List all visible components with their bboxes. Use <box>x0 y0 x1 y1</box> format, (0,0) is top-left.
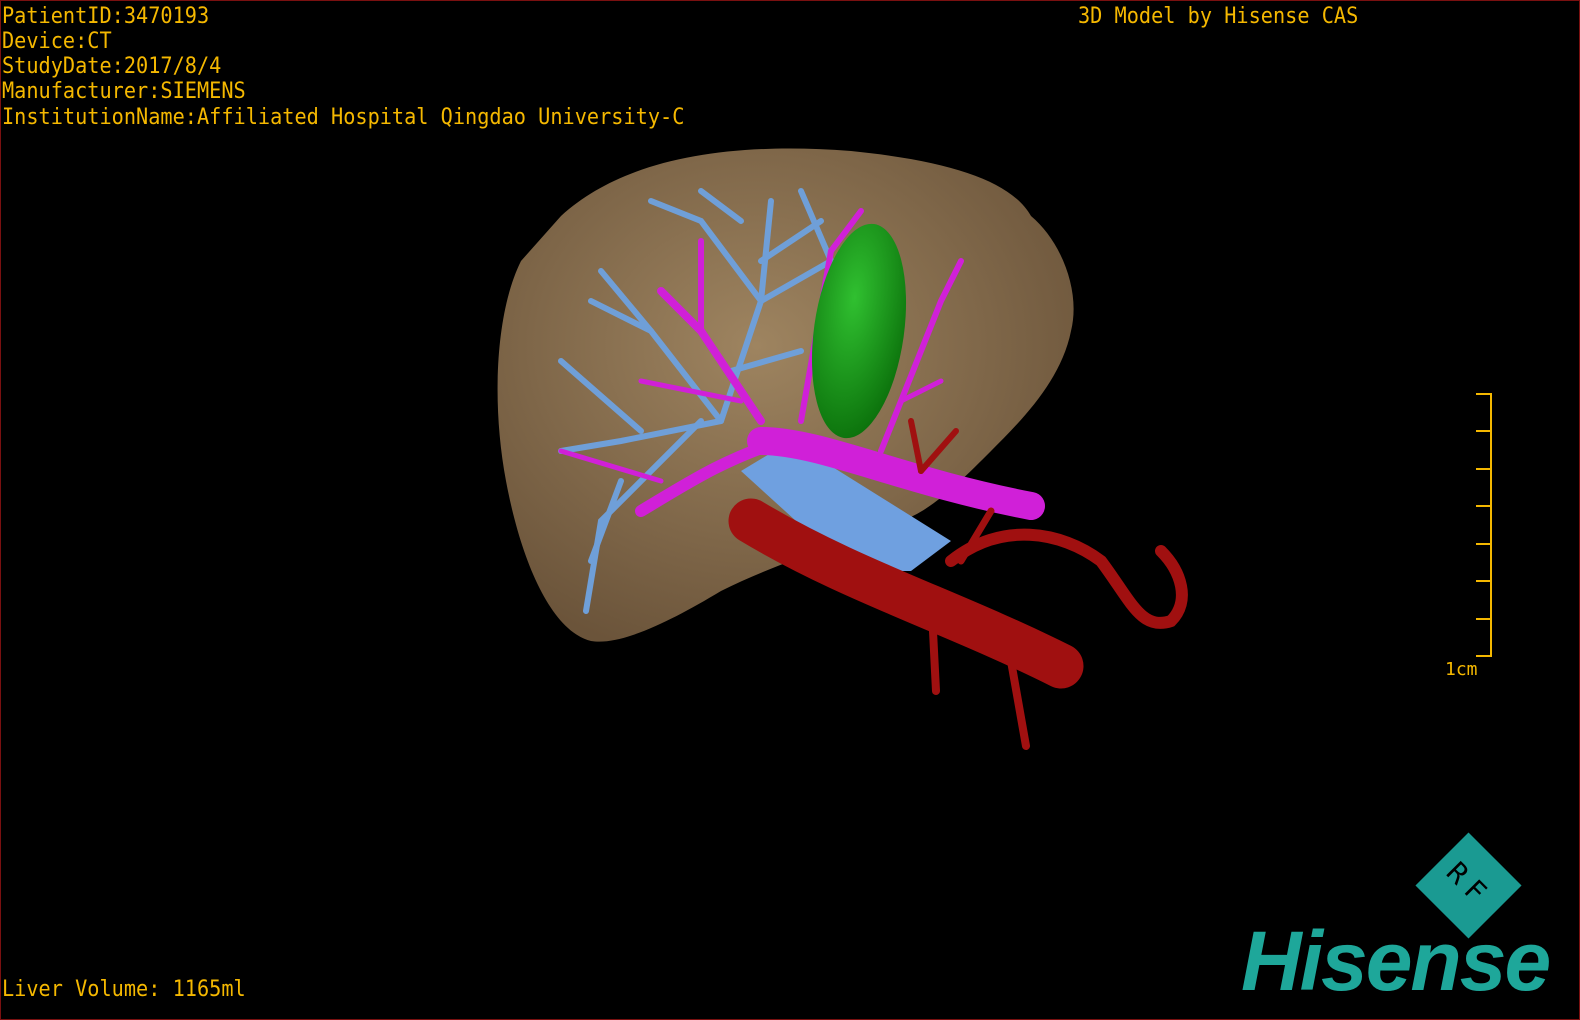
liver-volume: Liver Volume: 1165ml <box>2 977 246 1002</box>
scale-bar <box>1476 393 1492 657</box>
rf-badge-text: RF <box>1439 855 1499 915</box>
hisense-wordmark: Hisense <box>1241 914 1551 1008</box>
3d-viewport[interactable]: PatientID:3470193 Device:CT StudyDate:20… <box>0 0 1580 1020</box>
institution-name: InstitutionName:Affiliated Hospital Qing… <box>2 105 685 130</box>
study-date: StudyDate:2017/8/4 <box>2 54 222 79</box>
hisense-logo: RF Hisense <box>1241 831 1571 1011</box>
scale-label: 1cm <box>1445 659 1478 680</box>
model-title: 3D Model by Hisense CAS <box>1078 4 1359 29</box>
patient-id: PatientID:3470193 <box>2 4 210 29</box>
liver-surface <box>497 148 1074 642</box>
device: Device:CT <box>2 29 112 54</box>
manufacturer: Manufacturer:SIEMENS <box>2 79 246 104</box>
